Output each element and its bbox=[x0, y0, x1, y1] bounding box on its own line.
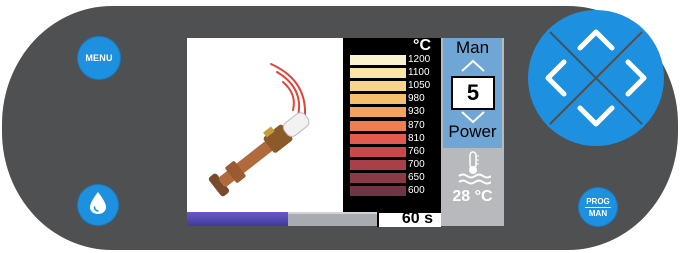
chevron-up-icon bbox=[461, 59, 485, 72]
temperature-scale-row: 700 bbox=[350, 158, 425, 170]
temperature-scale-row: 1100 bbox=[350, 67, 430, 79]
man-label: MAN bbox=[588, 208, 608, 218]
prog-man-button[interactable]: PROG MAN bbox=[578, 187, 618, 227]
temperature-color-swatch bbox=[350, 159, 406, 170]
chevron-up-icon bbox=[577, 29, 615, 51]
up-button[interactable] bbox=[577, 29, 615, 51]
temperature-color-swatch bbox=[350, 107, 406, 118]
power-value[interactable]: 5 bbox=[451, 76, 495, 110]
temperature-scale-label: 1100 bbox=[408, 67, 430, 79]
temperature-scale: °C 1200 1100 1050 980 930 870 810 760 700 650 600 bbox=[343, 37, 441, 213]
menu-button[interactable]: MENU bbox=[77, 36, 121, 80]
temperature-scale-row: 810 bbox=[350, 132, 425, 144]
mode-label: Man bbox=[455, 38, 490, 57]
temperature-color-swatch bbox=[350, 186, 406, 196]
temperature-scale-row: 600 bbox=[350, 186, 425, 196]
chevron-down-icon bbox=[577, 105, 615, 127]
water-button[interactable] bbox=[77, 184, 119, 226]
temperature-scale-label: 760 bbox=[408, 145, 425, 157]
time-remaining: 60 s bbox=[401, 210, 433, 227]
chevron-left-icon bbox=[545, 59, 567, 97]
temperature-scale-label: 980 bbox=[408, 93, 425, 105]
temperature-color-swatch bbox=[350, 68, 406, 79]
water-drop-icon bbox=[88, 191, 108, 220]
temperature-scale-label: 600 bbox=[408, 185, 425, 196]
temperature-scale-label: 810 bbox=[408, 132, 425, 144]
temperature-scale-label: 870 bbox=[408, 119, 425, 131]
temperature-color-swatch bbox=[350, 146, 406, 157]
temperature-color-swatch bbox=[350, 94, 406, 105]
chevron-down-icon bbox=[461, 111, 485, 124]
temperature-scale-label: 930 bbox=[408, 106, 425, 118]
temperature-color-swatch bbox=[350, 172, 406, 183]
lcd-screen: °C 1200 1100 1050 980 930 870 810 760 700 650 600 … bbox=[187, 37, 504, 227]
temperature-color-swatch bbox=[350, 81, 406, 92]
time-remaining-box: 60 s bbox=[377, 210, 441, 227]
water-temperature: 28 °C bbox=[452, 188, 493, 205]
temperature-color-swatch bbox=[350, 120, 406, 131]
progress-fill bbox=[187, 212, 288, 226]
water-temperature-icon bbox=[458, 151, 491, 185]
temperature-scale-label: 650 bbox=[408, 171, 425, 183]
menu-button-label: MENU bbox=[85, 53, 113, 63]
temperature-scale-row: 870 bbox=[350, 119, 425, 131]
temperature-scale-row: 1050 bbox=[350, 80, 431, 92]
power-up-button[interactable] bbox=[460, 59, 486, 73]
direction-pad bbox=[528, 10, 664, 146]
down-button[interactable] bbox=[577, 105, 615, 127]
temperature-scale-row: 930 bbox=[350, 106, 425, 118]
prog-man-divider bbox=[585, 206, 611, 208]
temperature-scale-label: 1050 bbox=[408, 80, 431, 92]
left-button[interactable] bbox=[545, 59, 567, 97]
temperature-color-swatch bbox=[350, 133, 406, 144]
temperature-color-swatch bbox=[350, 55, 406, 65]
temperature-scale-row: 1200 bbox=[350, 55, 430, 65]
temperature-unit: °C bbox=[413, 37, 431, 54]
prog-label: PROG bbox=[586, 196, 610, 206]
power-label: Power bbox=[448, 122, 497, 141]
temperature-scale-label: 1200 bbox=[408, 54, 431, 65]
time-divider bbox=[377, 213, 379, 227]
heating-element-image bbox=[187, 38, 343, 211]
temperature-scale-label: 700 bbox=[408, 158, 425, 170]
power-control: Man 5 Power bbox=[443, 38, 502, 148]
chevron-right-icon bbox=[625, 59, 647, 97]
side-panel: Man 5 Power 28 °C bbox=[441, 38, 504, 226]
progress-bar bbox=[187, 212, 377, 226]
temperature-scale-row: 760 bbox=[350, 145, 425, 157]
right-button[interactable] bbox=[625, 59, 647, 97]
temperature-scale-row: 650 bbox=[350, 171, 425, 183]
temperature-scale-row: 980 bbox=[350, 93, 425, 105]
